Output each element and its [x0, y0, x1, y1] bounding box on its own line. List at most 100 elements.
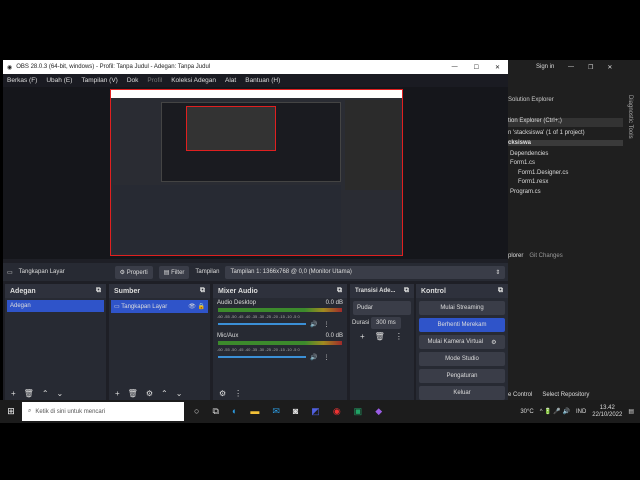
volume-slider[interactable]: [218, 323, 306, 325]
add-icon[interactable]: +: [115, 389, 120, 398]
close-button[interactable]: ✕: [495, 64, 500, 71]
tree-item[interactable]: Form1.resx: [510, 178, 568, 187]
trash-icon[interactable]: 🗑: [375, 332, 385, 341]
task-view-icon[interactable]: ⧉: [212, 406, 218, 417]
tray-icons[interactable]: ^ 🔋 🎤 🔊: [540, 408, 570, 415]
windows-start-icon[interactable]: ⊞: [0, 406, 22, 417]
exit-button[interactable]: Keluar: [419, 386, 505, 400]
menu-bantuan[interactable]: Bantuan (H): [245, 77, 280, 84]
trash-icon[interactable]: 🗑: [24, 389, 34, 398]
file-explorer-icon[interactable]: ▬: [250, 406, 259, 417]
display-select[interactable]: Tampilan 1: 1366x768 @ 0,0 (Monitor Utam…: [225, 265, 506, 279]
selected-source-label: Tangkapan Layar: [18, 269, 65, 275]
app-icon[interactable]: ◩: [311, 406, 320, 417]
diagnostic-tools-tab[interactable]: Diagnostic Tools: [627, 95, 633, 139]
maximize-button[interactable]: ☐: [474, 64, 479, 71]
level-meter: [218, 341, 342, 345]
add-icon[interactable]: +: [360, 332, 365, 341]
project-node[interactable]: cksiswa: [508, 140, 623, 146]
obs-window: ◉ OBS 28.0.3 (64-bit, windows) - Profil: …: [3, 60, 508, 400]
down-icon[interactable]: ⌄: [176, 389, 183, 398]
tree-item[interactable]: Dependencies: [510, 150, 568, 159]
speaker-icon[interactable]: 🔊: [310, 354, 317, 361]
mail-icon[interactable]: ✉: [272, 406, 280, 417]
stop-recording-button[interactable]: Berhenti Merekam: [419, 318, 505, 332]
gear-icon[interactable]: ⚙: [146, 389, 153, 398]
cortana-icon[interactable]: ○: [194, 406, 199, 417]
source-toolbar: ▭ Tangkapan Layar ⚙ Properti ▤ Filter Tam…: [3, 263, 508, 281]
menu-alat[interactable]: Alat: [225, 77, 236, 84]
visual-studio-window: Sign in — ❐ ✕ Solution Explorer tion Explo…: [508, 60, 640, 400]
scenes-dock: Adegan ⧉ Adegan + 🗑 ⌃ ⌄: [5, 284, 106, 400]
up-icon[interactable]: ⌃: [42, 389, 49, 398]
undock-icon[interactable]: ⧉: [200, 287, 205, 295]
start-streaming-button[interactable]: Mulai Streaming: [419, 301, 505, 315]
edge-icon[interactable]: ◐: [232, 406, 237, 417]
more-icon[interactable]: ⋮: [323, 354, 329, 361]
tree-item[interactable]: Form1.Designer.cs: [510, 169, 568, 178]
excel-icon[interactable]: ▣: [354, 406, 363, 417]
menu-profil[interactable]: Profil: [147, 77, 162, 84]
tab-solution-explorer[interactable]: plorer: [508, 253, 523, 259]
advanced-audio-icon[interactable]: ⚙: [219, 389, 226, 398]
weather[interactable]: 30°C: [520, 409, 533, 415]
select-repository-button[interactable]: Select Repository: [542, 392, 589, 398]
close-button[interactable]: ✕: [607, 64, 612, 71]
start-virtual-camera-button[interactable]: Mulai Kamera Virtual ⚙: [419, 335, 505, 349]
more-icon[interactable]: ⋮: [395, 332, 403, 341]
properties-button[interactable]: ⚙ Properti: [114, 265, 153, 279]
undock-icon[interactable]: ⧉: [498, 287, 503, 295]
sources-dock: Sumber ⧉ ▭ Tangkapan Layar 👁 🔒 + 🗑 ⚙ ⌃ ⌄: [109, 284, 210, 400]
tab-git-changes[interactable]: Git Changes: [529, 253, 562, 259]
menu-dok[interactable]: Dok: [127, 77, 139, 84]
solution-explorer-header: Solution Explorer: [508, 97, 554, 103]
undock-icon[interactable]: ⧉: [404, 287, 409, 295]
search-box[interactable]: ⌕ Ketik di sini untuk mencari: [22, 402, 184, 421]
minimize-button[interactable]: —: [452, 64, 458, 71]
studio-mode-button[interactable]: Mode Studio: [419, 352, 505, 366]
menu-ubah[interactable]: Ubah (E): [46, 77, 72, 84]
menu-koleksi[interactable]: Koleksi Adegan: [171, 77, 216, 84]
trash-icon[interactable]: 🗑: [128, 389, 138, 398]
visual-studio-icon[interactable]: ◆: [375, 406, 382, 417]
up-icon[interactable]: ⌃: [161, 389, 168, 398]
gear-icon: ⚙: [491, 339, 497, 346]
duration-input[interactable]: 300 ms: [371, 317, 401, 329]
undock-icon[interactable]: ⧉: [337, 287, 342, 295]
taskbar: ⊞ ⌕ Ketik di sini untuk mencari ○ ⧉ ◐ ▬ ✉ ◙ ◩ ◉ ▣…: [0, 400, 640, 423]
menu-berkas[interactable]: Berkas (F): [7, 77, 37, 84]
more-icon[interactable]: ⋮: [323, 321, 329, 328]
scene-item[interactable]: Adegan: [7, 300, 104, 312]
camera-icon[interactable]: ◙: [293, 406, 298, 417]
undock-icon[interactable]: ⧉: [96, 287, 101, 295]
language-indicator[interactable]: IND: [576, 409, 586, 415]
clock[interactable]: 13.42 22/10/2022: [592, 405, 622, 419]
speaker-icon[interactable]: 🔊: [310, 321, 317, 328]
more-icon[interactable]: ⋮: [234, 389, 242, 398]
down-icon[interactable]: ⌄: [57, 389, 64, 398]
tree-item[interactable]: Program.cs: [510, 188, 568, 197]
add-icon[interactable]: +: [11, 389, 16, 398]
transitions-dock: Transisi Ade... ⧉ Pudar Durasi 300 ms + 🗑 ⋮: [350, 284, 414, 400]
solution-search[interactable]: tion Explorer (Ctrl+;): [508, 118, 623, 127]
settings-button[interactable]: Pengaturan: [419, 369, 505, 383]
minimize-button[interactable]: —: [568, 64, 574, 71]
file-tree: Dependencies Form1.cs Form1.Designer.cs For…: [510, 150, 568, 197]
search-icon: ⌕: [28, 408, 32, 414]
restore-button[interactable]: ❐: [588, 64, 593, 71]
source-item[interactable]: ▭ Tangkapan Layar 👁 🔒: [111, 300, 208, 313]
volume-slider[interactable]: [218, 356, 306, 358]
obs-taskbar-icon[interactable]: ◉: [333, 406, 341, 417]
tree-item[interactable]: Form1.cs: [510, 159, 568, 168]
menu-tampilan[interactable]: Tampilan (V): [81, 77, 117, 84]
preview-canvas[interactable]: [3, 87, 508, 259]
sign-in-link[interactable]: Sign in: [536, 64, 554, 70]
obs-logo-icon: ◉: [7, 64, 13, 71]
solution-node[interactable]: n 'stacksiswa' (1 of 1 project): [508, 130, 585, 136]
source-control-button[interactable]: e Control: [508, 392, 532, 398]
transition-select[interactable]: Pudar: [353, 301, 411, 315]
filter-button[interactable]: ▤ Filter: [158, 265, 190, 279]
notification-icon[interactable]: ▤: [628, 408, 634, 415]
screen-capture-source[interactable]: [110, 89, 403, 256]
menu-bar: Berkas (F) Ubah (E) Tampilan (V) Dok Profil K…: [3, 74, 508, 87]
